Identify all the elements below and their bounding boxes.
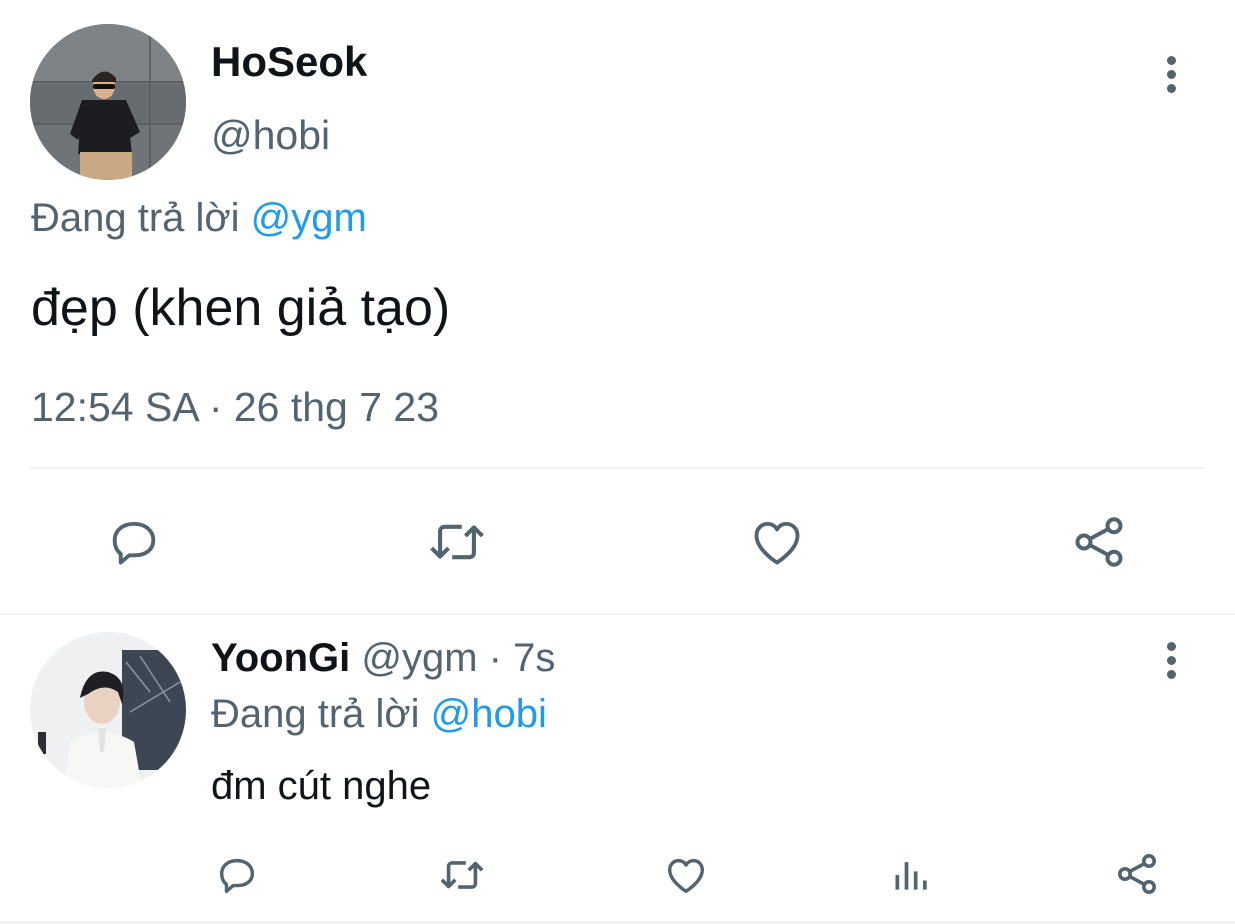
avatar-photo (30, 24, 186, 180)
analytics-icon (895, 862, 927, 890)
more-options-icon[interactable] (1159, 642, 1183, 686)
more-options-icon[interactable] (1159, 56, 1183, 100)
tweet-time-ago[interactable]: 7s (513, 636, 555, 680)
avatar-photo (30, 632, 186, 788)
tweet-text: đm cút nghe (211, 764, 432, 808)
replying-to-label: Đang trả lời (211, 692, 420, 736)
share-icon (1075, 517, 1123, 567)
retweet-button[interactable] (424, 512, 490, 572)
analytics-button[interactable] (890, 852, 934, 898)
like-button[interactable] (746, 512, 808, 572)
display-name[interactable]: HoSeok (211, 38, 367, 86)
meta-separator: · (477, 636, 514, 680)
mention-link[interactable]: @hobi (431, 692, 547, 736)
replying-to: Đang trả lời @ygm (31, 196, 367, 241)
reply-icon (219, 858, 255, 894)
like-icon (754, 521, 800, 565)
replying-to: Đang trả lời @hobi (211, 692, 547, 737)
main-tweet: HoSeok @hobi Đang trả lời @ygm đẹp (khen… (0, 0, 1235, 614)
like-icon (667, 858, 705, 894)
reply-button[interactable] (104, 512, 164, 572)
retweet-button[interactable] (436, 852, 488, 898)
retweet-icon (440, 861, 484, 889)
reply-icon (112, 521, 156, 565)
retweet-icon (430, 524, 484, 560)
replying-to-label: Đang trả lời (31, 196, 240, 240)
avatar[interactable] (30, 24, 186, 180)
user-handle[interactable]: @ygm (361, 636, 477, 680)
mention-link[interactable]: @ygm (251, 196, 367, 240)
tweet-timestamp[interactable]: 12:54 SA · 26 thg 7 23 (31, 384, 439, 431)
reply-header: YoonGi @ygm · 7s (211, 636, 555, 681)
like-button[interactable] (662, 852, 710, 898)
display-name[interactable]: YoonGi (211, 636, 350, 680)
user-handle[interactable]: @hobi (211, 112, 330, 159)
share-button[interactable] (1068, 512, 1130, 572)
reply-button[interactable] (214, 852, 260, 898)
section-divider (0, 613, 1235, 615)
share-button[interactable] (1112, 850, 1162, 898)
tweet-text: đẹp (khen giả tạo) (31, 279, 451, 337)
avatar[interactable] (30, 632, 186, 788)
divider (30, 467, 1204, 469)
share-icon (1118, 854, 1156, 894)
